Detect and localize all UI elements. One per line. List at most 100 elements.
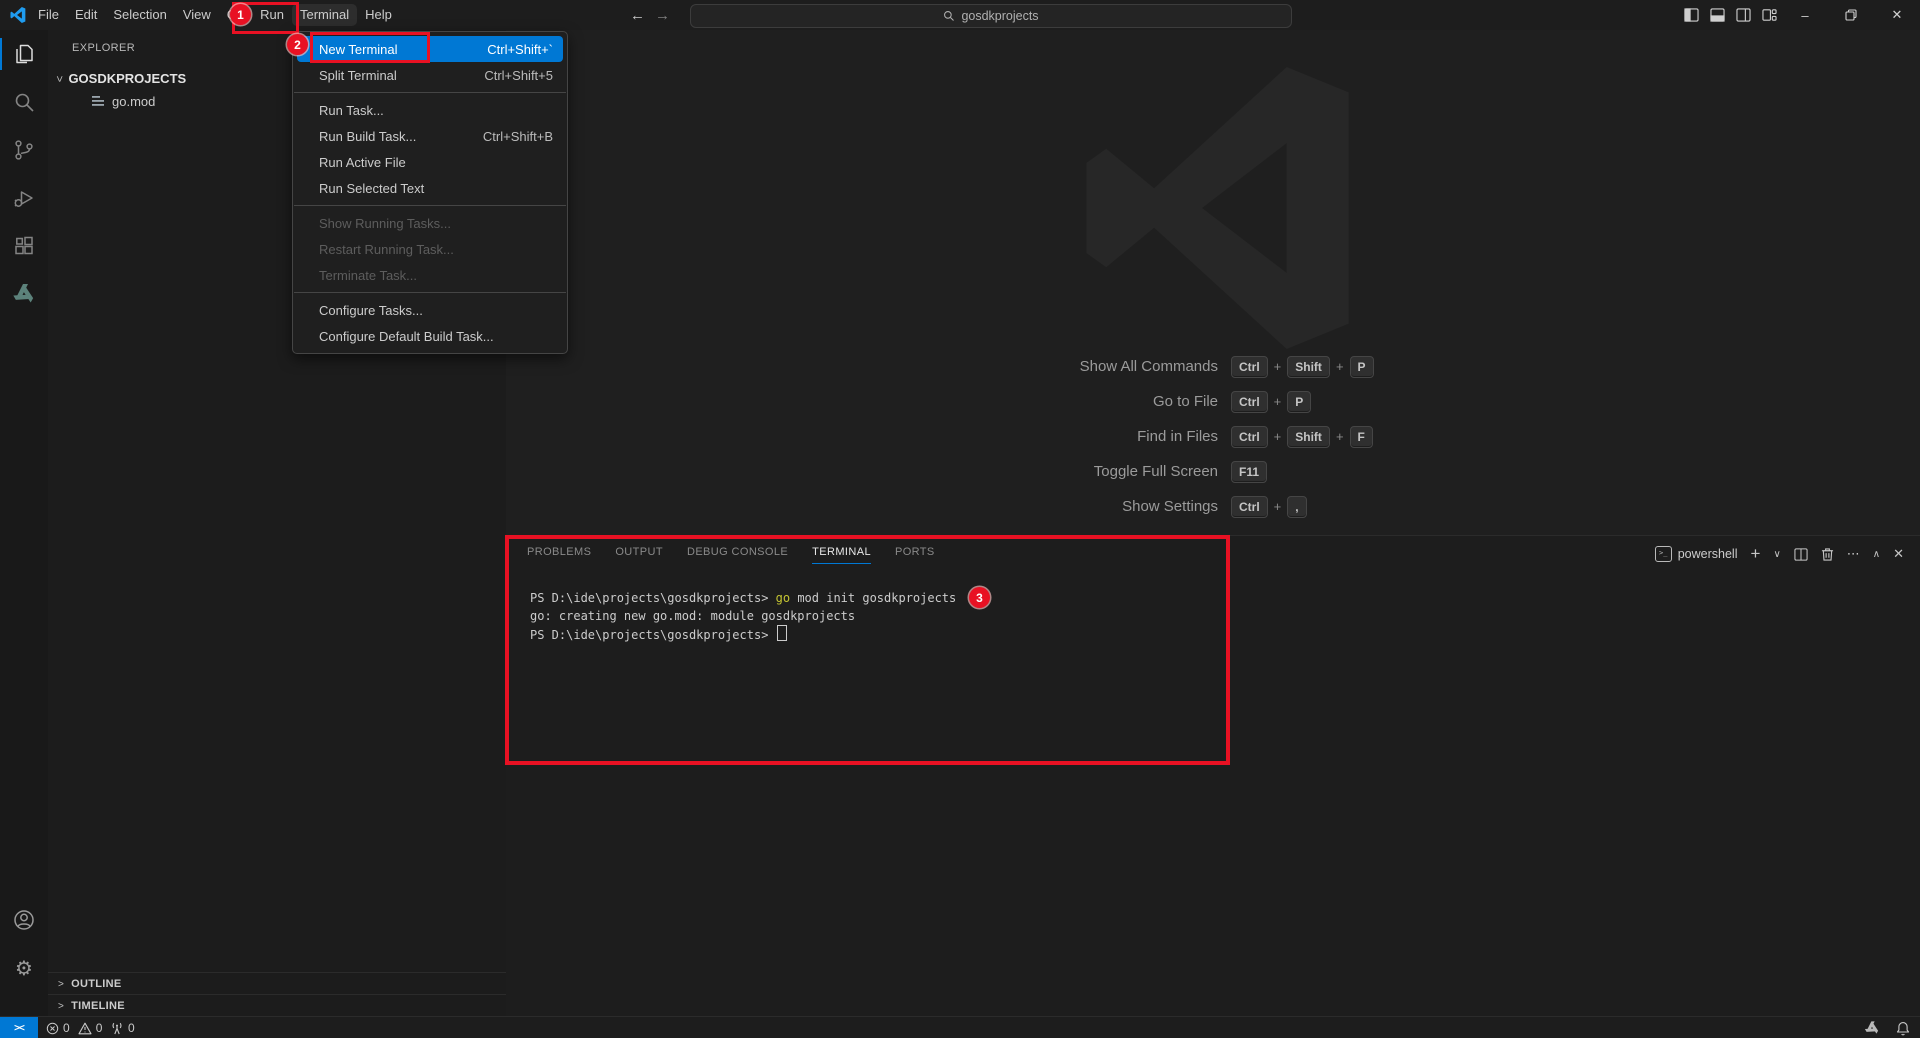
- menu-item-show-running-tasks: Show Running Tasks...: [319, 215, 451, 231]
- terminal-line: PS D:\ide\projects\gosdkprojects>: [530, 625, 956, 645]
- back-icon[interactable]: ←: [630, 7, 645, 24]
- active-shell-chip[interactable]: >_ powershell: [1654, 546, 1738, 562]
- menu-item-run-selected-text[interactable]: Run Selected Text: [293, 175, 567, 201]
- statusbar-right: [1864, 1017, 1910, 1038]
- toggle-primary-sidebar-icon[interactable]: [1678, 0, 1704, 30]
- search-value: gosdkprojects: [961, 9, 1039, 23]
- account-icon[interactable]: [0, 896, 48, 944]
- tab-ports[interactable]: PORTS: [895, 546, 935, 564]
- activity-bar: ⚙: [0, 30, 49, 1016]
- outline-section-header[interactable]: > OUTLINE: [48, 972, 506, 995]
- watermark-shortcut-list: Show All Commands Ctrl + Shift + P Go to Fil…: [778, 349, 1374, 524]
- shortcut-label: Show All Commands: [1079, 358, 1218, 375]
- menu-item-configure-default-build-task[interactable]: Configure Default Build Task...: [293, 323, 567, 349]
- annotation-step-badge-3: 3: [969, 587, 990, 608]
- menu-item-restart-running-task: Restart Running Task...: [319, 241, 454, 257]
- remote-indicator[interactable]: ><: [0, 1017, 38, 1038]
- menu-help[interactable]: Help: [357, 4, 400, 26]
- folder-name: GOSDKPROJECTS: [68, 71, 187, 86]
- command-token: go: [775, 591, 791, 605]
- menu-run[interactable]: Run: [252, 4, 292, 26]
- menu-terminal[interactable]: Terminal: [292, 4, 358, 26]
- toggle-secondary-sidebar-icon[interactable]: [1730, 0, 1756, 30]
- problems-status[interactable]: 0 0: [46, 1017, 102, 1038]
- tab-problems[interactable]: PROBLEMS: [527, 546, 591, 564]
- tab-debug-console[interactable]: DEBUG CONSOLE: [687, 546, 788, 564]
- shortcut-label: Go to File: [1152, 393, 1218, 410]
- menu-item-split-terminal[interactable]: Split Terminal Ctrl+Shift+5: [293, 62, 567, 88]
- vscode-window: File Edit Selection View Go Run Terminal…: [0, 0, 1920, 1038]
- keycap: ,: [1287, 495, 1307, 518]
- split-terminal-icon[interactable]: [1794, 547, 1808, 561]
- extension-status-icon[interactable]: [1864, 1020, 1880, 1036]
- customize-layout-icon[interactable]: [1756, 0, 1782, 30]
- shortcut-label: Toggle Full Screen: [1093, 463, 1218, 480]
- kill-terminal-trash-icon[interactable]: [1821, 547, 1834, 561]
- keycap: Ctrl: [1231, 495, 1268, 518]
- menu-item-run-build-task[interactable]: Run Build Task... Ctrl+Shift+B: [293, 123, 567, 149]
- terminal-output[interactable]: PS D:\ide\projects\gosdkprojects> go mod…: [530, 590, 956, 645]
- shortcut-row: Go to File Ctrl + P: [778, 384, 1374, 419]
- errors-icon: [46, 1022, 59, 1035]
- launch-profile-chevron-icon[interactable]: ∨: [1773, 549, 1780, 560]
- custom-extension-icon[interactable]: [0, 270, 48, 318]
- search-icon: [943, 10, 955, 22]
- terminal-line: PS D:\ide\projects\gosdkprojects> go mod…: [530, 591, 957, 605]
- menu-item-configure-tasks[interactable]: Configure Tasks...: [293, 297, 567, 323]
- ports-count: 0: [128, 1021, 135, 1035]
- menu-item-new-terminal[interactable]: New Terminal Ctrl+Shift+`: [297, 36, 563, 62]
- vscode-watermark-logo: [1078, 67, 1360, 349]
- extensions-icon[interactable]: [0, 222, 48, 270]
- chevron-down-icon: >: [53, 75, 66, 82]
- outline-label: OUTLINE: [71, 978, 122, 990]
- source-control-icon[interactable]: [0, 126, 48, 174]
- close-window-button[interactable]: ✕: [1874, 0, 1920, 30]
- shortcut-label: Find in Files: [1137, 428, 1218, 445]
- search-icon[interactable]: [0, 78, 48, 126]
- keycap: Ctrl: [1231, 390, 1268, 413]
- explorer-title: EXPLORER: [72, 42, 136, 54]
- menu-separator: [294, 205, 566, 206]
- menu-file[interactable]: File: [30, 4, 67, 26]
- timeline-section-header[interactable]: > TIMELINE: [48, 994, 506, 1017]
- run-debug-icon[interactable]: [0, 174, 48, 222]
- restore-button[interactable]: [1828, 0, 1874, 30]
- titlebar-right-controls: – ✕: [1678, 0, 1920, 30]
- bottom-panel: PROBLEMS OUTPUT DEBUG CONSOLE TERMINAL P…: [506, 535, 1920, 1017]
- warnings-icon: [78, 1022, 92, 1035]
- more-actions-icon[interactable]: ⋯: [1847, 546, 1860, 562]
- settings-gear-icon[interactable]: ⚙: [0, 944, 48, 992]
- menu-item-run-task[interactable]: Run Task...: [293, 97, 567, 123]
- explorer-icon[interactable]: [0, 30, 48, 78]
- new-terminal-icon[interactable]: +: [1751, 544, 1761, 564]
- menu-edit[interactable]: Edit: [67, 4, 105, 26]
- shortcut-row: Toggle Full Screen F11: [778, 454, 1374, 489]
- warnings-count: 0: [95, 1021, 103, 1035]
- terminal-icon: >_: [1654, 546, 1672, 562]
- vscode-logo-icon: [10, 7, 26, 23]
- maximize-panel-icon[interactable]: ∧: [1873, 549, 1880, 560]
- close-panel-icon[interactable]: ✕: [1893, 546, 1904, 562]
- shortcut-row: Find in Files Ctrl + Shift + F: [778, 419, 1374, 454]
- tab-output[interactable]: OUTPUT: [615, 546, 663, 564]
- menu-view[interactable]: View: [175, 4, 219, 26]
- title-bar: File Edit Selection View Go Run Terminal…: [0, 0, 1920, 31]
- terminal-cursor: [776, 625, 787, 641]
- annotation-step-badge-1: 1: [230, 4, 251, 25]
- tab-terminal[interactable]: TERMINAL: [812, 546, 871, 564]
- panel-tab-bar: PROBLEMS OUTPUT DEBUG CONSOLE TERMINAL P…: [527, 546, 935, 564]
- timeline-label: TIMELINE: [71, 1000, 125, 1012]
- ports-status[interactable]: 0: [110, 1017, 135, 1038]
- shortcut-row: Show All Commands Ctrl + Shift + P: [778, 349, 1374, 384]
- forward-icon[interactable]: →: [655, 7, 670, 24]
- toggle-panel-icon[interactable]: [1704, 0, 1730, 30]
- menu-item-run-active-file[interactable]: Run Active File: [293, 149, 567, 175]
- minimize-button[interactable]: –: [1782, 0, 1828, 30]
- keycap: F: [1349, 425, 1373, 448]
- status-bar: >< 0 0 0: [0, 1016, 1920, 1038]
- notifications-bell-icon[interactable]: [1896, 1021, 1910, 1036]
- menu-item-terminate-task: Terminate Task...: [319, 267, 418, 283]
- menu-selection[interactable]: Selection: [105, 4, 174, 26]
- file-name: go.mod: [112, 94, 156, 109]
- command-center-search[interactable]: gosdkprojects: [690, 4, 1292, 28]
